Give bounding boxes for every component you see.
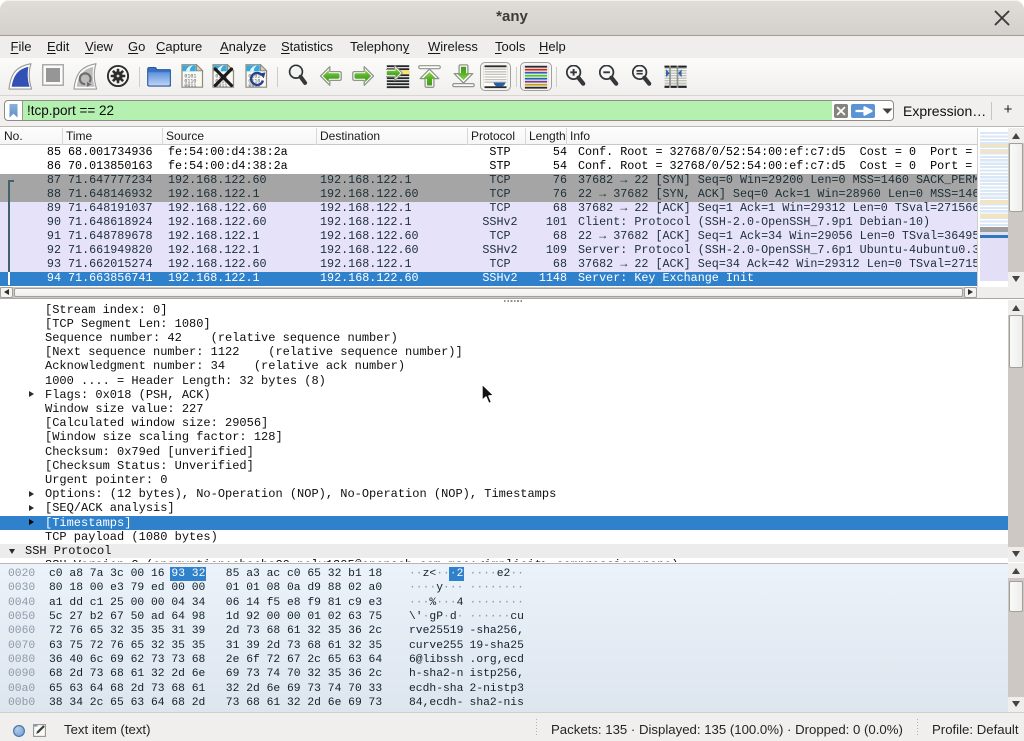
svg-text:0011: 0011 <box>184 83 196 89</box>
